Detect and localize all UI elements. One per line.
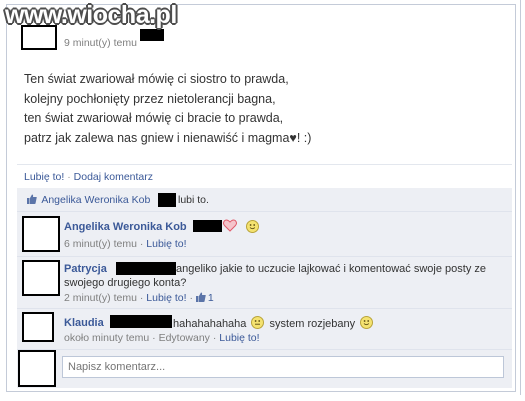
meta-separator: · xyxy=(212,332,217,344)
meta-separator: · xyxy=(189,292,194,304)
comment-meta: 2 minut(y) temu · Lubię to! · 1 xyxy=(64,292,214,304)
comment-text-part: system rozjebany xyxy=(269,318,356,330)
comment-avatar[interactable] xyxy=(22,216,60,252)
comment-text: hahahahahaha system rozjebany xyxy=(173,316,374,331)
likes-summary: Angelika Weronika Kob xyxy=(27,194,150,206)
comment-text-part: hahahahahaha xyxy=(173,318,247,330)
comment-like-link[interactable]: Lubię to! xyxy=(146,292,186,304)
comment-avatar[interactable] xyxy=(22,260,60,296)
thumbs-up-icon xyxy=(27,194,37,204)
comment-divider xyxy=(17,308,512,309)
like-post-link[interactable]: Lubię to! xyxy=(24,171,64,183)
heart-icon xyxy=(223,219,237,232)
comment-author[interactable]: Patrycja xyxy=(64,263,107,275)
meta-separator: · xyxy=(139,238,144,250)
comment-body: Klaudia xyxy=(64,316,104,330)
smiley-icon xyxy=(251,316,265,329)
comment-divider xyxy=(17,211,512,212)
meta-separator: · xyxy=(152,332,156,344)
comment-input[interactable] xyxy=(62,356,504,378)
comment-like-link[interactable]: Lubię to! xyxy=(219,332,259,344)
post-body-line: kolejny pochłonięty przez nietolerancji … xyxy=(24,91,276,106)
comment-like-count[interactable]: 1 xyxy=(208,292,214,304)
comment-author-surname-redacted xyxy=(116,262,176,275)
add-comment-link[interactable]: Dodaj komentarz xyxy=(74,171,153,183)
comment-text-line2: swojego drugiego konta? xyxy=(64,277,187,289)
action-separator: · xyxy=(67,171,71,183)
thumbs-up-icon xyxy=(195,292,206,302)
composer-avatar xyxy=(18,350,56,387)
comment-edited-label[interactable]: Edytowany xyxy=(159,332,210,344)
liker-surname-redacted xyxy=(158,193,176,207)
comment-like-link[interactable]: Lubię to! xyxy=(146,238,186,250)
comment-divider xyxy=(17,256,512,257)
meta-separator: · xyxy=(139,292,144,304)
watermark-logo: www.wiocha.pl xyxy=(5,1,177,29)
comment-avatar[interactable] xyxy=(22,312,54,342)
likes-suffix: lubi to. xyxy=(178,194,209,206)
post-body: Ten świat zwariował mówię ci siostro to … xyxy=(24,70,311,148)
comment-time[interactable]: 2 minut(y) temu xyxy=(64,292,137,304)
comment-author-surname-redacted xyxy=(110,315,172,328)
post-body-line: Ten świat zwariował mówię ci siostro to … xyxy=(24,72,289,86)
comment-divider xyxy=(17,349,512,350)
right-border xyxy=(520,0,521,395)
smiley-icon xyxy=(360,316,374,329)
comment-time[interactable]: około minuty temu xyxy=(64,332,149,344)
liker-name[interactable]: Angelika Weronika Kob xyxy=(41,194,150,206)
comment-time[interactable]: 6 minut(y) temu xyxy=(64,238,137,250)
post-body-line: ten świat zwariował mówię ci bracie to p… xyxy=(24,111,284,125)
comment-body: Patrycja xyxy=(64,262,107,276)
comment-author[interactable]: Klaudia xyxy=(64,317,104,329)
post-author-name-redacted xyxy=(140,29,164,41)
post-action-bar: Lubię to! · Dodaj komentarz xyxy=(17,164,512,187)
comment-author[interactable]: Angelika Weronika Kob xyxy=(64,221,187,233)
comment-text: angeliko jakie to uczucie lajkować i kom… xyxy=(176,263,486,275)
post-body-line: patrz jak zalewa nas gniew i nienawiść i… xyxy=(24,130,312,145)
smiley-icon xyxy=(246,220,259,233)
comment-meta: około minuty temu · Edytowany · Lubię to… xyxy=(64,332,260,344)
post-timestamp[interactable]: 9 minut(y) temu xyxy=(64,37,137,49)
comment-body: Angelika Weronika Kob xyxy=(64,220,187,234)
comment-meta: 6 minut(y) temu · Lubię to! xyxy=(64,238,187,250)
comment-author-surname-redacted xyxy=(193,220,222,232)
